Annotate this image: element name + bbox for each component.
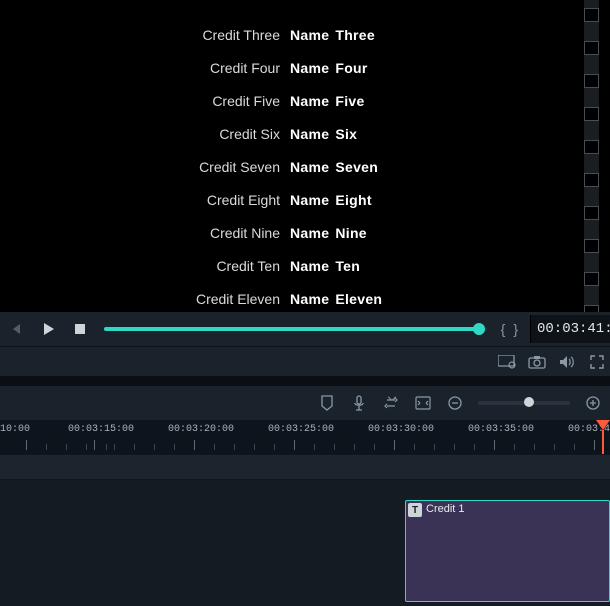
zoom-out-icon[interactable] [446, 394, 464, 412]
fullscreen-icon[interactable] [588, 353, 606, 371]
mark-out-button[interactable]: } [509, 321, 522, 337]
play-button[interactable] [36, 317, 60, 341]
credit-label: Credit Ten [0, 258, 290, 274]
voiceover-icon[interactable] [350, 394, 368, 412]
credit-row[interactable]: Credit NineNameNine [0, 216, 574, 249]
snapshot-icon[interactable] [528, 353, 546, 371]
marker-icon[interactable] [318, 394, 336, 412]
credit-row[interactable]: Credit SevenNameSeven [0, 150, 574, 183]
timeline-ruler[interactable]: 10:00 00:03:15:00 00:03:20:00 00:03:25:00 00… [0, 420, 610, 454]
credit-name: NameSix [290, 126, 357, 142]
seek-bar[interactable] [104, 327, 487, 331]
transport-bar: { } 00:03:41:2 [0, 312, 610, 346]
credit-label: Credit Seven [0, 159, 290, 175]
credit-name: NameFive [290, 93, 365, 109]
credit-row[interactable]: Credit ElevenNameEleven [0, 282, 574, 315]
credit-row[interactable]: Credit FourNameFour [0, 51, 574, 84]
credit-label: Credit Five [0, 93, 290, 109]
credit-label: Credit Four [0, 60, 290, 76]
mark-in-button[interactable]: { [497, 321, 510, 337]
credit-name: NameFour [290, 60, 368, 76]
credit-name: NameNine [290, 225, 367, 241]
credit-label: Credit Three [0, 27, 290, 43]
clip-title: Credit 1 [426, 503, 465, 515]
credit-name: NameTen [290, 258, 360, 274]
credit-row[interactable]: Credit ThreeNameThree [0, 18, 574, 51]
stop-button[interactable] [68, 317, 92, 341]
render-preview-icon[interactable] [498, 353, 516, 371]
preview-options-bar [0, 346, 610, 376]
preview-panel: Credit ThreeNameThreeCredit FourNameFour… [0, 0, 574, 312]
step-back-button[interactable] [4, 317, 28, 341]
title-badge-icon: T [408, 503, 422, 517]
ruler-label: 00:03:30:00 [368, 424, 434, 435]
timecode-display[interactable]: 00:03:41:2 [530, 315, 610, 343]
credit-name: NameEleven [290, 291, 382, 307]
credit-row[interactable]: Credit EightNameEight [0, 183, 574, 216]
fit-to-screen-icon[interactable] [414, 394, 432, 412]
zoom-slider[interactable] [478, 401, 570, 405]
credit-name: NameThree [290, 27, 375, 43]
film-strip [574, 0, 610, 312]
ruler-label: 00:03:20:00 [168, 424, 234, 435]
zoom-in-icon[interactable] [584, 394, 602, 412]
credit-name: NameSeven [290, 159, 378, 175]
ruler-label: 00:03:25:00 [268, 424, 334, 435]
credits-list: Credit ThreeNameThreeCredit FourNameFour… [0, 18, 574, 315]
audio-mixer-icon[interactable] [382, 394, 400, 412]
playhead[interactable] [596, 420, 610, 430]
credit-label: Credit Eight [0, 192, 290, 208]
title-clip[interactable]: T Credit 1 [405, 500, 610, 602]
panel-divider [0, 376, 610, 386]
credit-row[interactable]: Credit SixNameSix [0, 117, 574, 150]
ruler-label: 00:03:15:00 [68, 424, 134, 435]
credit-row[interactable]: Credit TenNameTen [0, 249, 574, 282]
credit-label: Credit Eleven [0, 291, 290, 307]
credit-label: Credit Nine [0, 225, 290, 241]
credit-label: Credit Six [0, 126, 290, 142]
credit-name: NameEight [290, 192, 372, 208]
volume-icon[interactable] [558, 353, 576, 371]
ruler-label: 00:03:35:00 [468, 424, 534, 435]
timeline-toolbar [0, 386, 610, 420]
credit-row[interactable]: Credit FiveNameFive [0, 84, 574, 117]
ruler-label: 10:00 [0, 424, 30, 435]
